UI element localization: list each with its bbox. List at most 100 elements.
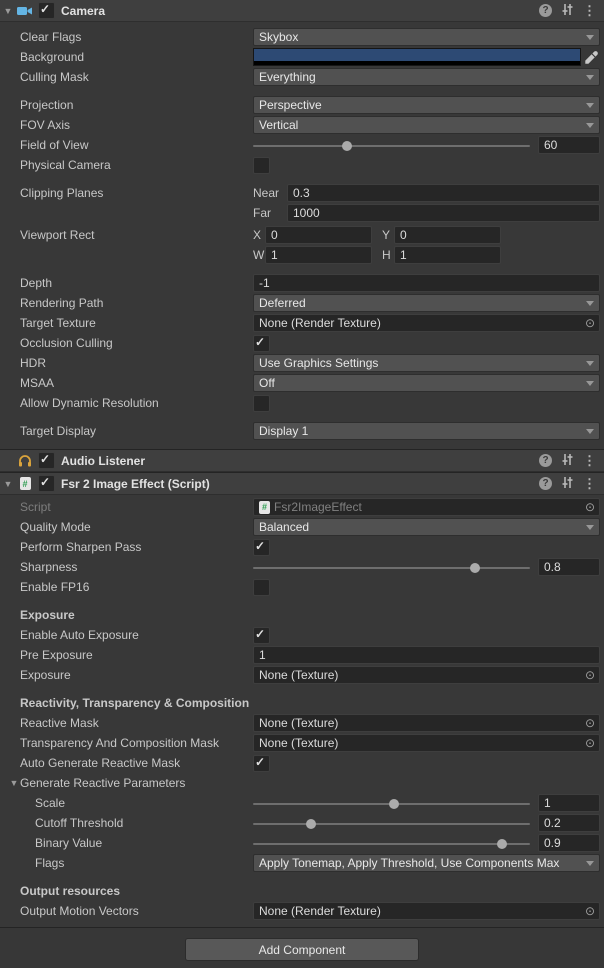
- field-value: 60: [544, 138, 557, 152]
- presets-icon[interactable]: [561, 3, 574, 19]
- flags-dropdown[interactable]: Apply Tonemap, Apply Threshold, Use Comp…: [253, 854, 600, 872]
- near-field[interactable]: 0.3: [287, 184, 600, 202]
- headphones-icon: [16, 453, 34, 469]
- perform-sharpen-pass-checkbox[interactable]: [253, 539, 270, 556]
- sharpness-value-field[interactable]: 0.8: [538, 558, 600, 576]
- object-picker-icon[interactable]: ⊙: [582, 715, 598, 731]
- slider-track: [253, 145, 530, 147]
- script-object-field[interactable]: # Fsr2ImageEffect ⊙: [253, 498, 600, 516]
- cutoff-threshold-value-field[interactable]: 0.2: [538, 814, 600, 832]
- component-title: Audio Listener: [61, 454, 145, 468]
- binary-value-value-field[interactable]: 0.9: [538, 834, 600, 852]
- target-texture-object-field[interactable]: None (Render Texture) ⊙: [253, 314, 600, 332]
- object-picker-icon[interactable]: ⊙: [582, 667, 598, 683]
- add-component-button[interactable]: Add Component: [185, 938, 419, 961]
- chevron-down-icon: [586, 381, 594, 386]
- row-field-of-view: Field of View 60: [0, 135, 604, 155]
- row-clear-flags: Clear Flags Skybox: [0, 27, 604, 47]
- row-viewport-wh: W 1 H 1: [0, 245, 604, 265]
- foldout-arrow-icon[interactable]: ▼: [8, 778, 20, 788]
- viewport-w-field[interactable]: 1: [265, 246, 372, 264]
- physical-camera-checkbox[interactable]: [253, 157, 270, 174]
- depth-field[interactable]: -1: [253, 274, 600, 292]
- far-field[interactable]: 1000: [287, 204, 600, 222]
- camera-component-header[interactable]: ▼ Camera ? ⋮: [0, 0, 604, 22]
- transparency-mask-object-field[interactable]: None (Texture) ⊙: [253, 734, 600, 752]
- row-hdr: HDR Use Graphics Settings: [0, 353, 604, 373]
- row-perform-sharpen-pass: Perform Sharpen Pass: [0, 537, 604, 557]
- object-picker-icon[interactable]: ⊙: [582, 735, 598, 751]
- scale-slider[interactable]: [253, 795, 530, 811]
- slider-knob[interactable]: [342, 141, 352, 151]
- viewport-h-field[interactable]: 1: [394, 246, 501, 264]
- dropdown-value: Perspective: [259, 98, 582, 112]
- foldout-arrow-icon[interactable]: ▼: [0, 6, 16, 16]
- help-icon[interactable]: ?: [539, 4, 552, 17]
- slider-knob[interactable]: [497, 839, 507, 849]
- audio-listener-enabled-checkbox[interactable]: [38, 452, 55, 469]
- component-title: Camera: [61, 4, 105, 18]
- auto-generate-reactive-mask-checkbox[interactable]: [253, 755, 270, 772]
- clear-flags-dropdown[interactable]: Skybox: [253, 28, 600, 46]
- presets-icon[interactable]: [561, 476, 574, 492]
- binary-value-label: Binary Value: [0, 836, 253, 850]
- object-picker-icon[interactable]: ⊙: [582, 499, 598, 515]
- slider-knob[interactable]: [470, 563, 480, 573]
- row-rendering-path: Rendering Path Deferred: [0, 293, 604, 313]
- reactive-mask-object-field[interactable]: None (Texture) ⊙: [253, 714, 600, 732]
- eyedropper-icon[interactable]: [583, 51, 600, 64]
- help-icon[interactable]: ?: [539, 454, 552, 467]
- exposure-object-field[interactable]: None (Texture) ⊙: [253, 666, 600, 684]
- pre-exposure-field[interactable]: 1: [253, 646, 600, 664]
- occlusion-culling-checkbox[interactable]: [253, 335, 270, 352]
- fsr2-component-header[interactable]: ▼ # Fsr 2 Image Effect (Script) ? ⋮: [0, 472, 604, 495]
- color-alpha-bar: [254, 61, 580, 65]
- allow-dynamic-resolution-checkbox[interactable]: [253, 395, 270, 412]
- culling-mask-dropdown[interactable]: Everything: [253, 68, 600, 86]
- background-color-swatch[interactable]: [253, 48, 581, 66]
- chevron-down-icon: [586, 75, 594, 80]
- viewport-y-field[interactable]: 0: [394, 226, 501, 244]
- projection-dropdown[interactable]: Perspective: [253, 96, 600, 114]
- auto-generate-reactive-mask-label: Auto Generate Reactive Mask: [0, 756, 253, 770]
- sharpness-slider[interactable]: [253, 559, 530, 575]
- quality-mode-dropdown[interactable]: Balanced: [253, 518, 600, 536]
- foldout-arrow-icon[interactable]: ▼: [0, 479, 16, 489]
- viewport-x-field[interactable]: 0: [265, 226, 372, 244]
- hdr-dropdown[interactable]: Use Graphics Settings: [253, 354, 600, 372]
- viewport-rect-label: Viewport Rect: [0, 228, 253, 242]
- binary-value-slider[interactable]: [253, 835, 530, 851]
- cutoff-threshold-slider[interactable]: [253, 815, 530, 831]
- enable-fp16-checkbox[interactable]: [253, 579, 270, 596]
- field-of-view-value-field[interactable]: 60: [538, 136, 600, 154]
- object-picker-icon[interactable]: ⊙: [582, 903, 598, 919]
- row-script: Script # Fsr2ImageEffect ⊙: [0, 497, 604, 517]
- depth-label: Depth: [0, 276, 253, 290]
- enable-auto-exposure-checkbox[interactable]: [253, 627, 270, 644]
- target-display-dropdown[interactable]: Display 1: [253, 422, 600, 440]
- audio-listener-component-header[interactable]: ▼ Audio Listener ? ⋮: [0, 449, 604, 472]
- more-menu-icon[interactable]: ⋮: [583, 3, 596, 19]
- more-menu-icon[interactable]: ⋮: [583, 453, 596, 469]
- more-menu-icon[interactable]: ⋮: [583, 476, 596, 492]
- row-flags: Flags Apply Tonemap, Apply Threshold, Us…: [0, 853, 604, 873]
- row-transparency-mask: Transparency And Composition Mask None (…: [0, 733, 604, 753]
- object-value: None (Texture): [259, 668, 582, 682]
- scale-label: Scale: [0, 796, 253, 810]
- object-picker-icon[interactable]: ⊙: [582, 315, 598, 331]
- fsr2-enabled-checkbox[interactable]: [38, 475, 55, 492]
- scale-value-field[interactable]: 1: [538, 794, 600, 812]
- camera-enabled-checkbox[interactable]: [38, 2, 55, 19]
- help-icon[interactable]: ?: [539, 477, 552, 490]
- slider-knob[interactable]: [389, 799, 399, 809]
- fov-axis-dropdown[interactable]: Vertical: [253, 116, 600, 134]
- msaa-dropdown[interactable]: Off: [253, 374, 600, 392]
- row-exposure-section: Exposure: [0, 605, 604, 625]
- presets-icon[interactable]: [561, 453, 574, 469]
- field-of-view-slider[interactable]: [253, 137, 530, 153]
- output-motion-vectors-object-field[interactable]: None (Render Texture) ⊙: [253, 902, 600, 920]
- slider-knob[interactable]: [306, 819, 316, 829]
- rendering-path-dropdown[interactable]: Deferred: [253, 294, 600, 312]
- generate-reactive-parameters-label[interactable]: Generate Reactive Parameters: [20, 776, 185, 790]
- field-value: 1: [544, 796, 551, 810]
